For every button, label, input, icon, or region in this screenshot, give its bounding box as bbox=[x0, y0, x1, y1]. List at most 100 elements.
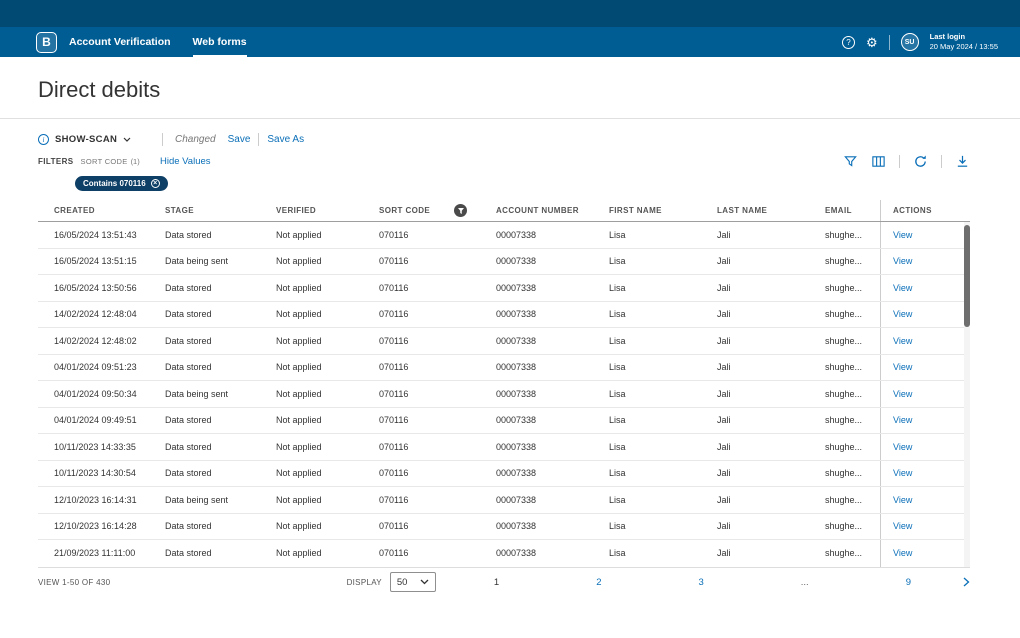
cell-email: shughe... bbox=[825, 230, 880, 240]
cell-verified: Not applied bbox=[276, 256, 379, 266]
next-page-icon[interactable] bbox=[963, 577, 970, 587]
page-button-3[interactable]: 3 bbox=[660, 577, 753, 588]
results-summary: VIEW 1-50 OF 430 bbox=[38, 578, 110, 587]
cell-verified: Not applied bbox=[276, 415, 379, 425]
page-button-2[interactable]: 2 bbox=[558, 577, 651, 588]
cell-sort-code: 070116 bbox=[379, 283, 496, 293]
cell-email: shughe... bbox=[825, 495, 880, 505]
cell-first-name: Lisa bbox=[609, 468, 717, 478]
cell-last-name: Jali bbox=[717, 415, 825, 425]
cell-first-name: Lisa bbox=[609, 548, 717, 558]
save-as-button[interactable]: Save As bbox=[267, 134, 304, 145]
toolbar-divider bbox=[162, 133, 163, 146]
cell-stage: Data stored bbox=[165, 336, 276, 346]
view-link[interactable]: View bbox=[893, 336, 912, 346]
cell-stage: Data stored bbox=[165, 283, 276, 293]
cell-email: shughe... bbox=[825, 521, 880, 531]
column-header-created[interactable]: CREATED bbox=[54, 206, 165, 215]
view-link[interactable]: View bbox=[893, 468, 912, 478]
cell-created: 12/10/2023 16:14:28 bbox=[54, 521, 165, 531]
page-ellipsis: ... bbox=[763, 577, 859, 588]
active-column-filter-icon[interactable] bbox=[454, 204, 467, 217]
cell-account-number: 00007338 bbox=[496, 230, 609, 240]
cell-actions: View bbox=[880, 408, 970, 434]
filter-funnel-icon[interactable] bbox=[843, 154, 858, 169]
view-link[interactable]: View bbox=[893, 256, 912, 266]
view-link[interactable]: View bbox=[893, 415, 912, 425]
filter-chip[interactable]: Contains 070116 × bbox=[75, 176, 168, 191]
settings-gear-icon[interactable]: ⚙ bbox=[866, 36, 878, 49]
save-button[interactable]: Save bbox=[228, 134, 251, 145]
columns-icon[interactable] bbox=[871, 154, 886, 169]
page-button-1[interactable]: 1 bbox=[456, 577, 549, 588]
view-link[interactable]: View bbox=[893, 362, 912, 372]
help-icon[interactable]: ? bbox=[842, 36, 855, 49]
view-link[interactable]: View bbox=[893, 230, 912, 240]
table-body: 16/05/2024 13:51:43 Data stored Not appl… bbox=[38, 222, 970, 567]
info-icon[interactable]: i bbox=[38, 134, 49, 145]
page-button-9[interactable]: 9 bbox=[868, 577, 961, 588]
select-chevron-icon bbox=[420, 579, 429, 585]
column-header-sort-code[interactable]: SORT CODE bbox=[379, 204, 496, 217]
cell-actions: View bbox=[880, 381, 970, 407]
cell-email: shughe... bbox=[825, 309, 880, 319]
display-label: DISPLAY bbox=[347, 578, 382, 587]
header-nav-bar: B Account Verification Web forms ? ⚙ SU … bbox=[0, 27, 1020, 57]
cell-first-name: Lisa bbox=[609, 256, 717, 266]
cell-verified: Not applied bbox=[276, 389, 379, 399]
table-row: 10/11/2023 14:33:35 Data stored Not appl… bbox=[38, 434, 970, 461]
save-divider bbox=[258, 133, 259, 146]
table-footer: VIEW 1-50 OF 430 DISPLAY 50 123... 9 bbox=[38, 567, 970, 597]
brand-logo[interactable]: B bbox=[36, 32, 57, 53]
column-header-verified[interactable]: VERIFIED bbox=[276, 206, 379, 215]
cell-created: 04/01/2024 09:49:51 bbox=[54, 415, 165, 425]
view-link[interactable]: View bbox=[893, 521, 912, 531]
cell-actions: View bbox=[880, 487, 970, 513]
cell-account-number: 00007338 bbox=[496, 256, 609, 266]
view-link[interactable]: View bbox=[893, 389, 912, 399]
cell-email: shughe... bbox=[825, 415, 880, 425]
display-count-select[interactable]: 50 bbox=[390, 572, 436, 592]
results-table: CREATED STAGE VERIFIED SORT CODE ACCOUNT… bbox=[38, 200, 970, 567]
cell-verified: Not applied bbox=[276, 521, 379, 531]
cell-account-number: 00007338 bbox=[496, 336, 609, 346]
cell-stage: Data stored bbox=[165, 309, 276, 319]
cell-last-name: Jali bbox=[717, 521, 825, 531]
cell-created: 10/11/2023 14:33:35 bbox=[54, 442, 165, 452]
column-header-email[interactable]: EMAIL bbox=[825, 206, 880, 215]
column-header-stage[interactable]: STAGE bbox=[165, 206, 276, 215]
cell-first-name: Lisa bbox=[609, 283, 717, 293]
saved-view-selector[interactable]: i SHOW-SCAN bbox=[38, 134, 162, 145]
table-row: 12/10/2023 16:14:28 Data stored Not appl… bbox=[38, 514, 970, 541]
user-avatar[interactable]: SU bbox=[901, 33, 919, 51]
filters-toolbar: FILTERS SORT CODE (1) Hide Values bbox=[38, 155, 970, 168]
view-link[interactable]: View bbox=[893, 283, 912, 293]
view-link[interactable]: View bbox=[893, 495, 912, 505]
view-link[interactable]: View bbox=[893, 442, 912, 452]
header-divider bbox=[889, 35, 890, 50]
table-row: 10/11/2023 14:30:54 Data stored Not appl… bbox=[38, 461, 970, 488]
refresh-icon[interactable] bbox=[913, 154, 928, 169]
hide-values-link[interactable]: Hide Values bbox=[160, 156, 211, 167]
cell-sort-code: 070116 bbox=[379, 521, 496, 531]
cell-sort-code: 070116 bbox=[379, 309, 496, 319]
cell-email: shughe... bbox=[825, 442, 880, 452]
download-icon[interactable] bbox=[955, 154, 970, 169]
column-header-account-number[interactable]: ACCOUNT NUMBER bbox=[496, 206, 609, 215]
column-header-first-name[interactable]: FIRST NAME bbox=[609, 206, 717, 215]
nav-item-account-verification[interactable]: Account Verification bbox=[69, 27, 171, 58]
table-scrollbar[interactable] bbox=[964, 222, 970, 567]
remove-filter-icon[interactable]: × bbox=[151, 179, 160, 188]
view-link[interactable]: View bbox=[893, 309, 912, 319]
view-link[interactable]: View bbox=[893, 548, 912, 558]
cell-last-name: Jali bbox=[717, 495, 825, 505]
filters-group: FILTERS SORT CODE (1) bbox=[38, 157, 160, 166]
cell-created: 14/02/2024 12:48:04 bbox=[54, 309, 165, 319]
cell-account-number: 00007338 bbox=[496, 521, 609, 531]
column-header-last-name[interactable]: LAST NAME bbox=[717, 206, 825, 215]
cell-email: shughe... bbox=[825, 283, 880, 293]
cell-account-number: 00007338 bbox=[496, 468, 609, 478]
scrollbar-thumb[interactable] bbox=[964, 225, 970, 327]
cell-sort-code: 070116 bbox=[379, 442, 496, 452]
nav-item-web-forms[interactable]: Web forms bbox=[193, 27, 247, 58]
